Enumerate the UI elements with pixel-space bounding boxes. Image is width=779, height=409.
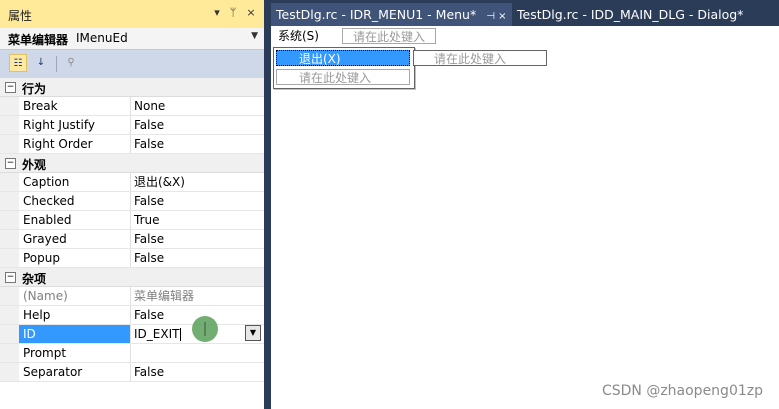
- property-row-popup[interactable]: Popup False: [0, 249, 264, 268]
- chevron-down-icon[interactable]: ▼: [251, 31, 258, 41]
- dropdown-icon[interactable]: ▾: [210, 6, 224, 19]
- text-caret: [180, 328, 182, 341]
- property-name: Enabled: [23, 213, 72, 227]
- collapse-icon[interactable]: −: [5, 158, 16, 169]
- property-pages-icon[interactable]: ⚲: [62, 54, 80, 72]
- property-name: Help: [23, 308, 51, 322]
- tab-dialog[interactable]: TestDlg.rc - IDD_MAIN_DLG - Dialog*: [512, 3, 748, 26]
- property-grid: − 行为 Break None Right Justify False Right …: [0, 78, 264, 382]
- menu-editor-canvas: 系统(S) 请在此处键入 退出(X) 请在此处键入 请在此处键入 CSDN @z…: [271, 26, 779, 409]
- category-misc[interactable]: − 杂项: [0, 268, 264, 287]
- property-value[interactable]: False: [130, 249, 264, 267]
- property-row-right-order[interactable]: Right Order False: [0, 135, 264, 154]
- property-name: Caption: [23, 175, 70, 189]
- property-row-grayed[interactable]: Grayed False: [0, 230, 264, 249]
- property-value[interactable]: False: [130, 192, 264, 210]
- object-type: IMenuEd: [76, 31, 128, 45]
- property-name: Popup: [23, 251, 60, 265]
- property-name: ID: [19, 325, 130, 343]
- property-name: (Name): [23, 289, 68, 303]
- property-row-enabled[interactable]: Enabled True: [0, 211, 264, 230]
- property-value[interactable]: False: [130, 116, 264, 134]
- collapse-icon[interactable]: −: [5, 82, 16, 93]
- property-name: Grayed: [23, 232, 67, 246]
- panel-splitter[interactable]: [264, 0, 271, 409]
- property-value[interactable]: False: [130, 135, 264, 153]
- property-row-caption[interactable]: Caption 退出(&X): [0, 173, 264, 192]
- property-row-id[interactable]: ID ID_EXIT ▼: [0, 325, 264, 344]
- alphabetical-icon[interactable]: ↓: [32, 54, 50, 72]
- tab-pin-close-icon[interactable]: ⊣ ×: [486, 11, 506, 22]
- tab-label: TestDlg.rc - IDR_MENU1 - Menu*: [276, 7, 477, 22]
- property-name: Separator: [23, 365, 83, 379]
- property-value[interactable]: None: [130, 97, 264, 115]
- property-name: Prompt: [23, 346, 67, 360]
- close-icon[interactable]: ×: [244, 6, 258, 19]
- toolbar-separator: [56, 56, 57, 72]
- category-appearance[interactable]: − 外观: [0, 154, 264, 173]
- property-name: Break: [23, 99, 58, 113]
- property-value[interactable]: False: [130, 363, 264, 381]
- property-value: 菜单编辑器: [130, 287, 264, 305]
- id-value-text: ID_EXIT: [134, 327, 180, 341]
- property-row-name[interactable]: (Name) 菜单编辑器: [0, 287, 264, 306]
- property-row-prompt[interactable]: Prompt: [0, 344, 264, 363]
- menu-item-exit[interactable]: 退出(X): [276, 50, 410, 66]
- document-tab-bar: TestDlg.rc - IDR_MENU1 - Menu* ⊣ × TestDl…: [271, 0, 779, 26]
- category-label: 行为: [22, 82, 47, 96]
- panel-title: 属性: [8, 9, 33, 23]
- property-name: Checked: [23, 194, 75, 208]
- property-name: Right Justify: [23, 118, 95, 132]
- menu-item-system[interactable]: 系统(S): [278, 28, 319, 44]
- property-value[interactable]: 退出(&X): [130, 173, 264, 191]
- property-row-break[interactable]: Break None: [0, 97, 264, 116]
- property-row-checked[interactable]: Checked False: [0, 192, 264, 211]
- watermark: CSDN @zhaopeng01zp: [601, 383, 763, 399]
- property-row-help[interactable]: Help False: [0, 306, 264, 325]
- chevron-down-icon[interactable]: ▼: [245, 325, 261, 341]
- object-name: 菜单编辑器: [8, 33, 69, 47]
- popup-menu: 退出(X) 请在此处键入: [273, 47, 415, 89]
- properties-toolbar: ☷ ↓ ⚲: [0, 50, 264, 78]
- tab-label: TestDlg.rc - IDD_MAIN_DLG - Dialog*: [517, 7, 744, 22]
- properties-panel: 属性 ▾ ᛘ × 菜单编辑器 IMenuEd ▼ ☷ ↓ ⚲ − 行为 Brea…: [0, 0, 264, 409]
- mouse-cursor-highlight: [192, 316, 218, 342]
- property-name: Right Order: [23, 137, 93, 151]
- pin-icon[interactable]: ᛘ: [226, 6, 240, 19]
- category-label: 杂项: [22, 272, 47, 286]
- property-value[interactable]: False: [130, 230, 264, 248]
- tab-menu-editor[interactable]: TestDlg.rc - IDR_MENU1 - Menu* ⊣ ×: [271, 3, 512, 26]
- submenu-type-here-box[interactable]: 请在此处键入: [413, 50, 547, 66]
- object-selector[interactable]: 菜单编辑器 IMenuEd ▼: [0, 28, 264, 50]
- properties-title-bar: 属性 ▾ ᛘ ×: [0, 0, 264, 28]
- category-label: 外观: [22, 158, 47, 172]
- property-row-separator[interactable]: Separator False: [0, 363, 264, 382]
- category-behavior[interactable]: − 行为: [0, 78, 264, 97]
- categorized-icon[interactable]: ☷: [9, 54, 27, 72]
- property-value[interactable]: [130, 344, 264, 362]
- collapse-icon[interactable]: −: [5, 272, 16, 283]
- property-row-right-justify[interactable]: Right Justify False: [0, 116, 264, 135]
- property-value[interactable]: True: [130, 211, 264, 229]
- popup-type-here-box[interactable]: 请在此处键入: [276, 69, 410, 85]
- menu-type-here-box[interactable]: 请在此处键入: [342, 28, 436, 44]
